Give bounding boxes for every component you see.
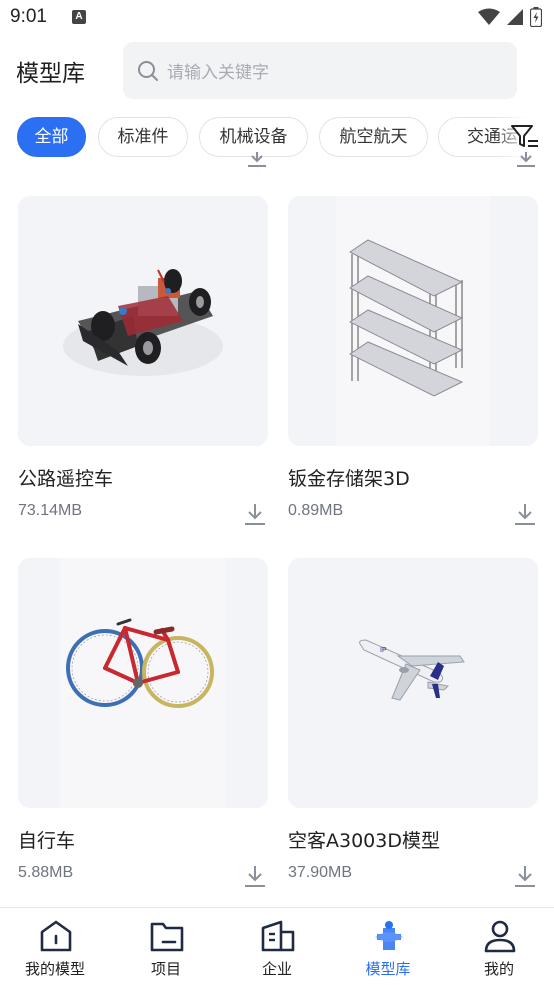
model-card[interactable]: 自行车 5.88MB — [18, 558, 268, 898]
rc-car-thumbnail — [18, 196, 268, 446]
folder-icon — [150, 922, 184, 952]
category-filter-bar: 全部 标准件 机械设备 航空航天 交通运 — [0, 116, 554, 158]
tab-me[interactable]: 我的 — [444, 908, 554, 985]
home-icon — [40, 920, 72, 952]
search-placeholder: 请输入关键字 — [167, 63, 269, 83]
bicycle-thumbnail — [18, 558, 268, 808]
download-icon[interactable] — [514, 864, 536, 888]
model-size: 5.88MB — [18, 864, 74, 881]
tab-label: 项目 — [150, 960, 181, 978]
download-icon[interactable] — [514, 502, 536, 526]
search-input[interactable]: 请输入关键字 — [123, 42, 517, 99]
model-library-icon — [375, 921, 403, 950]
tab-model-library[interactable]: 模型库 — [333, 908, 443, 985]
metal-shelf-thumbnail — [288, 196, 538, 446]
model-size: 73.14MB — [18, 502, 83, 519]
wifi-icon — [478, 8, 500, 25]
filter-chip-aerospace[interactable]: 航空航天 — [319, 117, 428, 157]
battery-icon — [530, 7, 542, 27]
model-card[interactable]: 公路遥控车 73.14MB — [18, 196, 268, 536]
search-icon — [138, 60, 158, 81]
filter-chip-all[interactable]: 全部 — [17, 117, 86, 157]
download-icon[interactable] — [244, 502, 266, 526]
model-name: 公路遥控车 — [18, 468, 114, 490]
building-icon — [261, 920, 295, 952]
tab-label: 企业 — [261, 960, 292, 978]
signal-icon — [507, 9, 523, 25]
filter-icon[interactable] — [510, 122, 540, 152]
download-icon[interactable] — [516, 152, 536, 168]
status-bar: 9:01 A — [0, 0, 554, 36]
filter-chip-machinery[interactable]: 机械设备 — [199, 117, 308, 157]
model-name: 空客A3003D模型 — [288, 830, 440, 852]
model-card[interactable]: 钣金存储架3D 0.89MB — [288, 196, 538, 536]
airplane-thumbnail: IP — [288, 558, 538, 808]
status-time: 9:01 — [10, 6, 47, 27]
filter-chip-standard-parts[interactable]: 标准件 — [98, 117, 188, 157]
status-icons — [478, 7, 542, 27]
download-icon[interactable] — [244, 864, 266, 888]
page-title: 模型库 — [16, 61, 85, 87]
notification-a-icon: A — [72, 10, 86, 24]
tab-projects[interactable]: 项目 — [111, 908, 221, 985]
tab-label: 模型库 — [365, 960, 411, 978]
tab-label: 我的 — [483, 960, 514, 978]
tab-my-models[interactable]: 我的模型 — [0, 908, 110, 985]
download-icon[interactable] — [247, 152, 267, 168]
model-size: 0.89MB — [288, 502, 344, 519]
model-name: 自行车 — [18, 830, 76, 852]
model-size: 37.90MB — [288, 864, 353, 881]
header: 模型库 请输入关键字 — [0, 40, 554, 100]
tab-enterprise[interactable]: 企业 — [222, 908, 332, 985]
tab-label: 我的模型 — [24, 960, 85, 978]
svg-text:IP: IP — [380, 647, 387, 654]
user-icon — [484, 920, 516, 953]
model-name: 钣金存储架3D — [288, 468, 410, 490]
model-card[interactable]: IP 空客A3003D模型 37.90MB — [288, 558, 538, 898]
bottom-tab-bar: 我的模型 项目 企业 模型库 我的 — [0, 907, 554, 985]
